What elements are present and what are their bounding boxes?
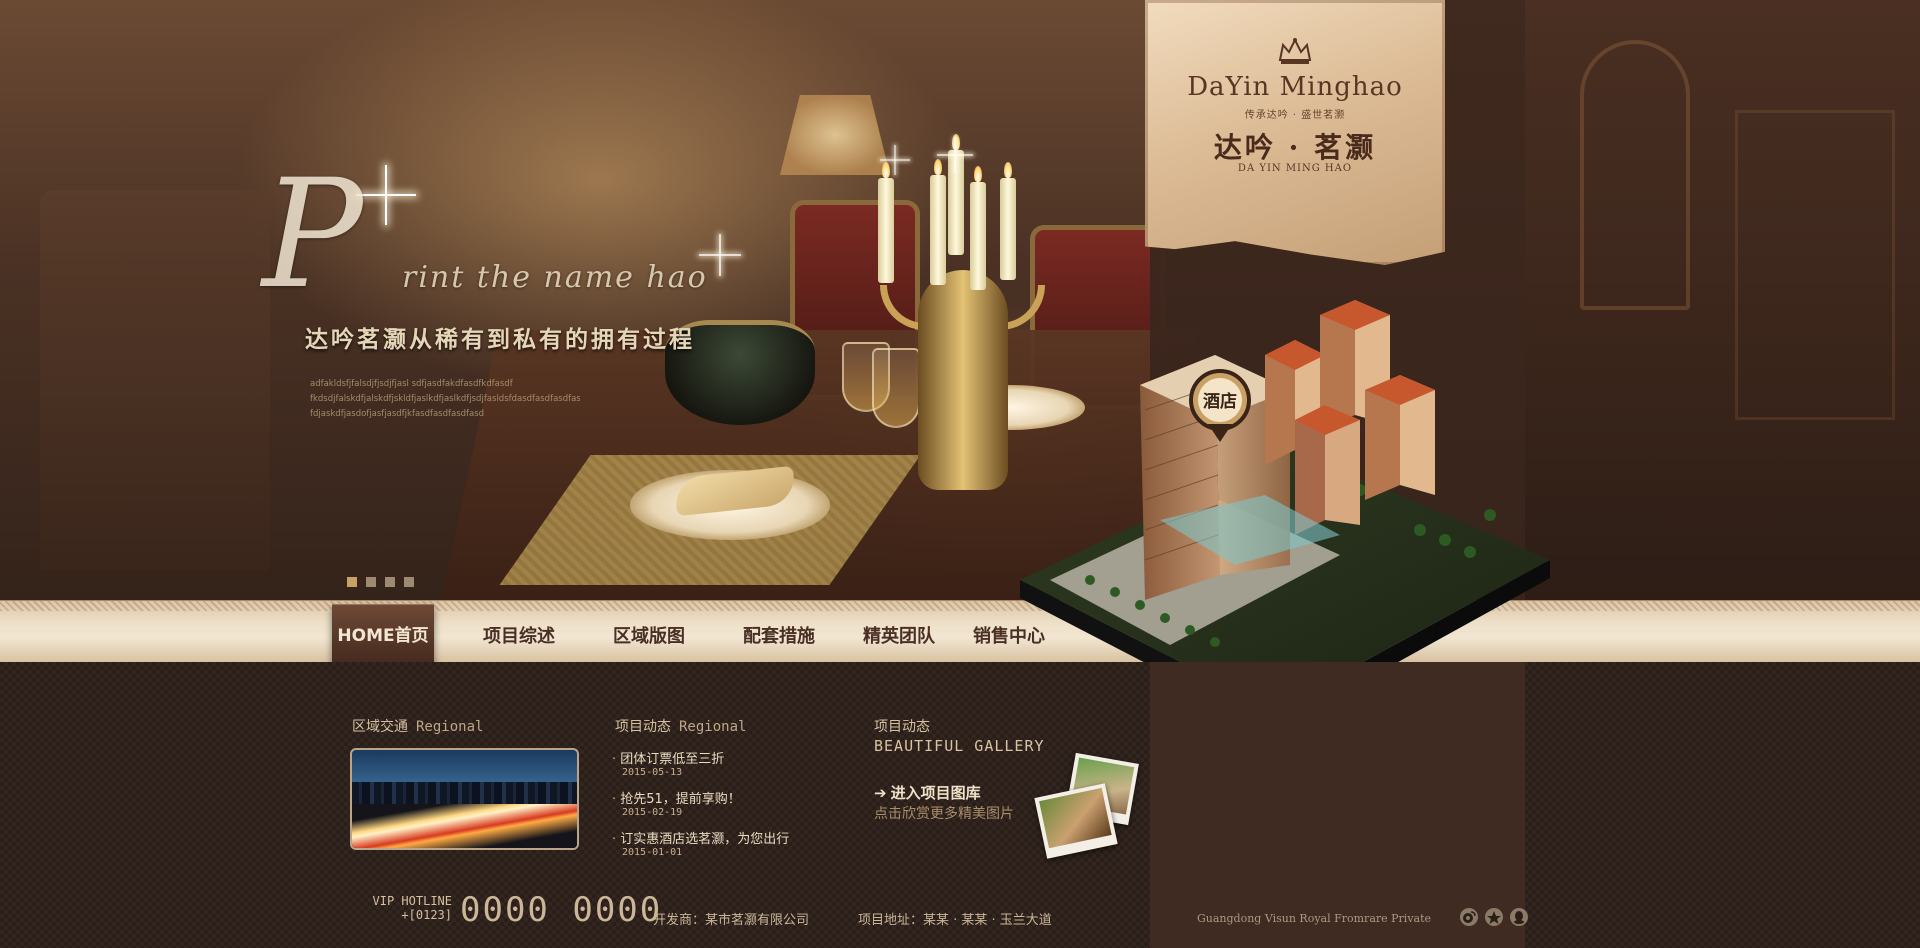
- brand-subtitle: 传承达吟 · 盛世茗灏: [1244, 110, 1346, 121]
- gallery-description: 点击欣赏更多精美图片: [874, 806, 1014, 822]
- news-list: 团体订票低至三折 2015-05-13 抢先51，提前享购！ 2015-02-1…: [612, 748, 842, 868]
- brand-name-cn: 达吟 · 茗灏: [1213, 131, 1377, 164]
- description-line: fkdsdjfalskdfjalskdfjskldfjaslkdfjaslkdf…: [310, 394, 580, 404]
- flame-decoration: [1004, 162, 1012, 178]
- hotline-number[interactable]: 0000 0000: [460, 890, 662, 930]
- candle-decoration: [930, 175, 946, 285]
- hotline-label-line: VIP HOTLINE: [372, 894, 452, 908]
- gallery-link[interactable]: ➔ 进入项目图库: [874, 782, 981, 803]
- candle-decoration: [970, 182, 986, 290]
- copyright-text: Guangdong Visun Royal Fromrare Private: [1197, 912, 1432, 925]
- wall-frame: [1580, 40, 1690, 310]
- map-pin-label: 酒店: [1203, 391, 1237, 412]
- project-address: 项目地址：某某 · 某某 · 玉兰大道: [858, 913, 1052, 928]
- slider-dot-2[interactable]: [366, 577, 376, 587]
- gallery-title: 项目动态: [874, 719, 930, 735]
- chair-decoration: [40, 190, 270, 570]
- crown-icon: [1278, 37, 1312, 64]
- nav-item-facilities[interactable]: 配套措施: [743, 622, 815, 648]
- description-line: adfakldsfjfalsdjfjsdjfjasl sdfjasdfakdfa…: [310, 379, 513, 389]
- qq-icon[interactable]: [1510, 908, 1528, 926]
- flame-decoration: [974, 166, 982, 182]
- flame-decoration: [934, 159, 942, 175]
- slider-dot-4[interactable]: [404, 577, 414, 587]
- regional-title: 区域交通: [352, 719, 408, 735]
- photo-image: [1039, 787, 1112, 849]
- arrow-right-icon: ➔: [874, 784, 887, 802]
- brand-pinyin: DA YIN MING HAO: [1237, 163, 1353, 174]
- news-item[interactable]: 团体订票低至三折 2015-05-13: [612, 748, 842, 788]
- candle-decoration: [1000, 178, 1016, 280]
- traffic-lights: [352, 804, 577, 848]
- description-line: fdjaskdfjasdofjasfjasdfjkfasdfasdfasdfas…: [310, 409, 485, 419]
- nav-item-team[interactable]: 精英团队: [863, 622, 935, 648]
- gallery-section-title: 项目动态: [874, 716, 930, 736]
- gallery-link-label[interactable]: 进入项目图库: [891, 784, 981, 802]
- hero-banner: P rint the name hao 达吟茗灏从稀有到私有的拥有过程 adfa…: [0, 0, 1920, 600]
- slider-dots: [347, 577, 414, 587]
- developer-info: 开发商：某市茗灏有限公司: [653, 913, 810, 928]
- news-item-title[interactable]: 团体订票低至三折: [612, 748, 842, 767]
- weibo-icon[interactable]: [1460, 908, 1478, 926]
- hotline-label-line: +[0123]: [401, 908, 452, 922]
- regional-title-en: Regional: [416, 719, 484, 735]
- brand-name-en: DaYin Minghao: [1187, 72, 1403, 102]
- wine-glass-decoration: [872, 348, 920, 428]
- news-title: 项目动态: [615, 719, 671, 735]
- regional-traffic-image[interactable]: [350, 748, 579, 850]
- news-item-title[interactable]: 订实惠酒店选茗灏，为您出行: [612, 828, 842, 847]
- hero-description: adfakldsfjfalsdjfjsdjfjasl sdfjasdfakdfa…: [310, 377, 580, 422]
- gallery-title-en: BEAUTIFUL GALLERY: [874, 737, 1045, 755]
- news-item-date: 2015-05-13: [622, 767, 683, 778]
- hotline-label: VIP HOTLINE +[0123]: [362, 894, 452, 922]
- candle-decoration: [948, 150, 964, 255]
- flame-decoration: [952, 134, 960, 150]
- hero-slogan: 达吟茗灏从稀有到私有的拥有过程: [305, 326, 695, 353]
- qzone-icon[interactable]: [1485, 908, 1503, 926]
- candelabra-decoration: [918, 270, 1008, 490]
- candle-decoration: [878, 178, 894, 283]
- hero-script-title: P rint the name hao: [262, 160, 772, 330]
- news-section-title: 项目动态 Regional: [615, 716, 746, 736]
- hero-background-wall: [1525, 0, 1920, 600]
- wall-frame: [1735, 110, 1895, 420]
- news-title-en: Regional: [679, 719, 747, 735]
- nav-item-region-map[interactable]: 区域版图: [613, 622, 685, 648]
- news-item-date: 2015-02-19: [622, 807, 683, 818]
- nav-bar: [0, 600, 1920, 662]
- nav-item-overview[interactable]: 项目综述: [483, 622, 555, 648]
- lamp-decoration: [780, 95, 890, 175]
- news-item[interactable]: 订实惠酒店选茗灏，为您出行 2015-01-01: [612, 828, 842, 868]
- news-item-title[interactable]: 抢先51，提前享购！: [612, 788, 842, 807]
- news-item[interactable]: 抢先51，提前享购！ 2015-02-19: [612, 788, 842, 828]
- flame-decoration: [882, 162, 890, 178]
- lower-side-panel: [1150, 662, 1525, 948]
- logo-banner[interactable]: DaYin Minghao 传承达吟 · 盛世茗灏 达吟 · 茗灏 DA YIN…: [1145, 0, 1445, 265]
- script-initial: P: [262, 148, 363, 322]
- news-item-date: 2015-01-01: [622, 847, 683, 858]
- slider-dot-3[interactable]: [385, 577, 395, 587]
- regional-section-title: 区域交通 Regional: [352, 716, 483, 736]
- slider-dot-1[interactable]: [347, 577, 357, 587]
- script-tagline: rint the name hao: [402, 260, 708, 295]
